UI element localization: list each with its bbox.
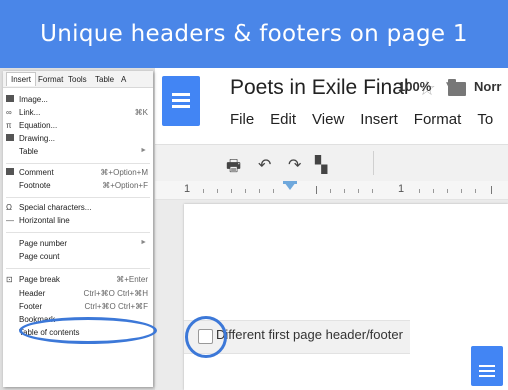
horizontal-line-icon: — [6, 216, 14, 225]
menu-view[interactable]: View [312, 111, 344, 128]
menu-item-page-break[interactable]: ⊡ Page break ⌘+Enter [6, 275, 150, 287]
pi-icon: π [6, 121, 12, 130]
docs-logo-icon[interactable] [162, 76, 200, 126]
screenshot-area: Poets in Exile Final ☆ File Edit View Inser… [0, 68, 508, 390]
link-icon: ∞ [6, 108, 12, 117]
menu-item-drawing[interactable]: Drawing... [6, 134, 150, 146]
omega-icon: Ω [6, 203, 12, 212]
menu-divider [6, 268, 150, 269]
menu-edit[interactable]: Edit [270, 111, 296, 128]
tab-format[interactable]: Format [38, 75, 63, 84]
submenu-arrow-icon: ► [140, 239, 147, 246]
print-icon[interactable]: 🖶 [226, 155, 241, 182]
menu-item-footnote[interactable]: Footnote ⌘+Option+F [6, 181, 150, 193]
docs-menubar: File Edit View Insert Format To [230, 111, 508, 128]
tab-insert[interactable]: Insert [6, 72, 37, 86]
submenu-arrow-icon: ► [140, 147, 147, 154]
style-select[interactable]: Norr [474, 79, 501, 94]
menu-item-special-characters[interactable]: Ω Special characters... [6, 203, 150, 215]
indent-marker-triangle[interactable] [284, 182, 296, 190]
menu-screenshot-panel: Insert Format Tools Table A Image... ∞ L… [0, 68, 157, 390]
slide-title-banner: Unique headers & footers on page 1 [0, 0, 508, 68]
docs-explore-icon[interactable] [471, 346, 503, 386]
menu-tools[interactable]: To [477, 111, 493, 128]
annotation-circle-header [19, 317, 157, 344]
menu-item-page-count[interactable]: Page count [6, 252, 150, 264]
tab-add-ons[interactable]: A [121, 75, 126, 84]
menu-item-header[interactable]: Header Ctrl+⌘O Ctrl+⌘H [6, 289, 150, 301]
menu-tabs: Insert Format Tools Table A [3, 71, 153, 88]
docs-toolbar: 🖶 ↶ ↷ ▚ [155, 144, 508, 182]
ruler-label: 1 [184, 183, 191, 195]
chevron-down-icon[interactable]: ▼ [444, 80, 454, 91]
image-icon [6, 95, 16, 104]
menu-item-horizontal-line[interactable]: — Horizontal line [6, 216, 150, 228]
menu-item-footer[interactable]: Footer Ctrl+⌘O Ctrl+⌘F [6, 302, 150, 314]
menu-item-link[interactable]: ∞ Link... ⌘K [6, 108, 150, 120]
menu-item-equation[interactable]: π Equation... [6, 121, 150, 133]
zoom-select[interactable]: 100% [398, 79, 431, 94]
slide-title: Unique headers & footers on page 1 [40, 21, 468, 47]
comment-icon [6, 168, 16, 177]
ruler[interactable]: 1 1 [155, 181, 508, 200]
toolbar-divider [373, 151, 374, 175]
menu-file[interactable]: File [230, 111, 254, 128]
menu-divider [6, 232, 150, 233]
menu-item-image[interactable]: Image... [6, 95, 150, 107]
drawing-icon [6, 134, 16, 143]
page-break-icon: ⊡ [6, 275, 13, 284]
menu-insert[interactable]: Insert [360, 111, 398, 128]
tab-tools[interactable]: Tools [68, 75, 87, 84]
menu-format[interactable]: Format [414, 111, 462, 128]
document-page[interactable] [184, 204, 508, 390]
different-first-page-label[interactable]: Different first page header/footer [216, 327, 403, 342]
ruler-label: 1 [398, 183, 405, 195]
undo-icon[interactable]: ↶ [258, 155, 271, 175]
paint-format-icon[interactable]: ▚ [315, 155, 327, 175]
tab-table[interactable]: Table [95, 75, 114, 84]
menu-divider [6, 197, 150, 198]
document-title[interactable]: Poets in Exile Final [230, 76, 409, 100]
redo-icon[interactable]: ↷ [288, 155, 301, 175]
menu-item-table[interactable]: Table ► [6, 147, 150, 159]
menu-item-page-number[interactable]: Page number ► [6, 239, 150, 251]
menu-item-comment[interactable]: Comment ⌘+Option+M [6, 168, 150, 180]
menu-divider [6, 163, 150, 164]
annotation-circle-checkbox [185, 316, 227, 358]
